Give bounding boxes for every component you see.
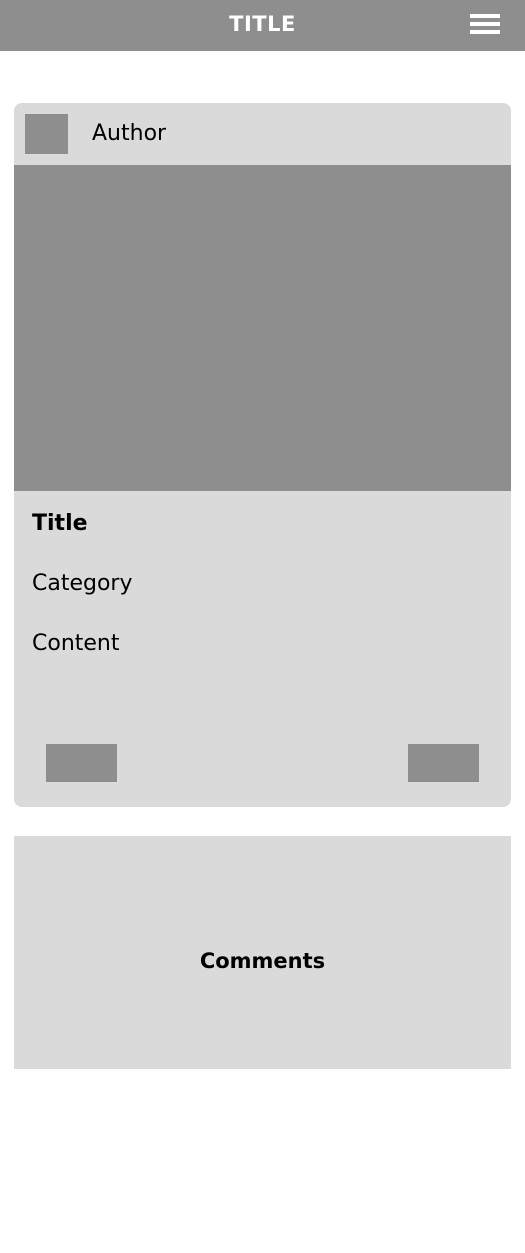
author-name[interactable]: Author xyxy=(92,117,166,151)
author-avatar[interactable] xyxy=(25,114,68,154)
top-app-bar: TITLE xyxy=(0,0,525,51)
comments-label: Comments xyxy=(199,949,326,973)
menu-icon-line xyxy=(470,22,500,26)
app-title: TITLE xyxy=(229,12,296,36)
post-action-left-button[interactable] xyxy=(46,744,117,782)
post-title: Title xyxy=(32,511,88,536)
post-card: Author Title Category Content xyxy=(14,103,511,807)
menu-icon-line xyxy=(470,14,500,18)
post-category: Category xyxy=(32,571,133,596)
post-content: Content xyxy=(32,631,120,656)
post-action-right-button[interactable] xyxy=(408,744,479,782)
menu-icon-line xyxy=(470,30,500,34)
hamburger-menu-icon[interactable] xyxy=(470,14,500,36)
post-image[interactable] xyxy=(14,165,511,491)
comments-section[interactable]: Comments xyxy=(14,836,511,1069)
